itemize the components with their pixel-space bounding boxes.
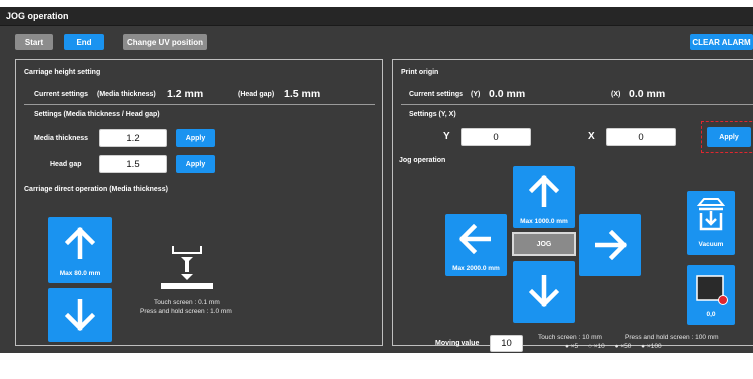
end-button[interactable]: End: [64, 34, 104, 50]
multiplier-options: ● ×5 ○ ×10 ● ×50 ● ×100: [565, 343, 662, 350]
carriage-current-label: Current settings: [34, 91, 89, 98]
clear-alarm-button[interactable]: CLEAR ALARM: [690, 34, 753, 50]
start-button[interactable]: Start: [15, 34, 53, 50]
current-x-value: 0.0 mm: [629, 88, 666, 100]
y-setting-label: Y: [443, 131, 450, 142]
vacuum-button[interactable]: Vacuum: [687, 191, 735, 255]
jog-center-button[interactable]: JOG: [512, 232, 576, 256]
jog-right-button[interactable]: [579, 214, 641, 276]
current-y-value: 0.0 mm: [489, 88, 526, 100]
arrow-down-icon: [65, 299, 95, 331]
x-setting-input[interactable]: 0: [606, 128, 676, 146]
arrow-up-icon: [65, 227, 95, 259]
jog-left-caption: Max 2000.0 mm: [452, 265, 500, 272]
arrow-down-icon: [529, 275, 559, 307]
print-origin-current-label: Current settings: [409, 91, 464, 98]
carriage-touch-note: Touch screen : 0.1 mm: [154, 299, 220, 306]
media-thickness-label: Media thickness: [34, 135, 89, 142]
media-thickness-apply-button[interactable]: Apply: [176, 129, 215, 147]
x-tag: (X): [611, 91, 621, 98]
multiplier-option-x5[interactable]: ● ×5: [565, 343, 578, 350]
multiplier-option-x10[interactable]: ○ ×10: [588, 343, 605, 350]
moving-value-label: Moving value: [435, 340, 480, 347]
carriage-hold-note: Press and hold screen : 1.0 mm: [140, 308, 232, 315]
title-bar: JOG operation: [0, 7, 753, 26]
y-tag: (Y): [471, 91, 481, 98]
arrow-right-icon: [595, 230, 627, 260]
head-gap-input[interactable]: 1.5: [99, 155, 167, 173]
jog-hold-note: Press and hold screen : 100 mm: [625, 334, 719, 341]
x-setting-label: X: [588, 131, 595, 142]
origin-caption: 0,0: [706, 311, 716, 318]
arrow-left-icon: [459, 224, 491, 254]
jog-down-button[interactable]: [513, 261, 575, 323]
jog-up-caption: Max 1000.0 mm: [520, 218, 568, 225]
head-gap-label: Head gap: [50, 161, 82, 168]
carriage-height-heading: Carriage height setting: [24, 69, 101, 76]
head-gap-tag: (Head gap): [238, 91, 275, 98]
print-origin-settings-heading: Settings (Y, X): [409, 111, 456, 118]
print-origin-apply-button[interactable]: Apply: [707, 127, 751, 147]
multiplier-option-x100[interactable]: ● ×100: [641, 343, 661, 350]
y-setting-input[interactable]: 0: [461, 128, 531, 146]
moving-value-input[interactable]: 10: [490, 335, 523, 352]
divider: [401, 104, 753, 105]
carriage-settings-heading: Settings (Media thickness / Head gap): [34, 111, 160, 118]
jog-left-button[interactable]: Max 2000.0 mm: [445, 214, 507, 276]
carriage-height-diagram-icon: [161, 246, 213, 289]
carriage-down-button[interactable]: [48, 288, 112, 342]
jog-touch-note: Touch screen : 10 mm: [538, 334, 602, 341]
origin-icon: [696, 275, 728, 305]
print-origin-panel: Print origin Current settings (Y) 0.0 mm…: [392, 59, 753, 352]
media-thickness-input[interactable]: 1.2: [99, 129, 167, 147]
current-media-thickness-value: 1.2 mm: [167, 88, 204, 100]
origin-button[interactable]: 0,0: [687, 265, 735, 325]
carriage-up-button[interactable]: Max 80.0 mm: [48, 217, 112, 283]
divider: [24, 104, 375, 105]
change-uv-position-button[interactable]: Change UV position: [123, 34, 207, 50]
print-origin-heading: Print origin: [401, 69, 439, 76]
jog-operation-heading: Jog operation: [399, 157, 446, 164]
window-title: JOG operation: [6, 11, 69, 21]
head-gap-apply-button[interactable]: Apply: [176, 155, 215, 173]
vacuum-icon: [696, 198, 726, 231]
carriage-up-caption: Max 80.0 mm: [59, 270, 101, 277]
multiplier-option-x50[interactable]: ● ×50: [615, 343, 632, 350]
jog-up-button[interactable]: Max 1000.0 mm: [513, 166, 575, 228]
media-thickness-tag: (Media thickness): [97, 91, 156, 98]
vacuum-caption: Vacuum: [698, 241, 724, 248]
arrow-up-icon: [529, 175, 559, 207]
current-head-gap-value: 1.5 mm: [284, 88, 321, 100]
carriage-direct-heading: Carriage direct operation (Media thickne…: [24, 186, 168, 193]
carriage-height-panel: Carriage height setting Current settings…: [15, 59, 383, 346]
jog-operation-window: JOG operation Start End Change UV positi…: [0, 7, 753, 353]
